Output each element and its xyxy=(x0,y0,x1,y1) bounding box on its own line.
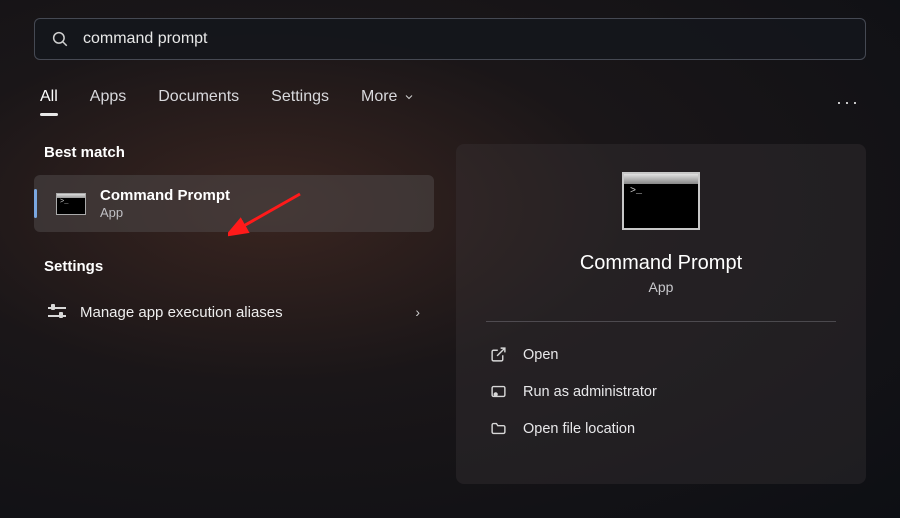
action-label: Open file location xyxy=(523,421,635,437)
shield-icon xyxy=(490,383,507,400)
action-open[interactable]: Open xyxy=(486,336,836,373)
tab-apps[interactable]: Apps xyxy=(90,88,126,116)
overflow-menu-button[interactable]: ··· xyxy=(836,92,860,113)
settings-item-label: Manage app execution aliases xyxy=(80,304,415,321)
tab-documents[interactable]: Documents xyxy=(158,88,239,116)
tab-more[interactable]: More xyxy=(361,88,415,116)
preview-app-icon xyxy=(622,172,700,230)
best-match-heading: Best match xyxy=(44,144,434,161)
divider xyxy=(486,321,836,322)
filter-tabs: All Apps Documents Settings More ··· xyxy=(40,88,860,116)
preview-title: Command Prompt xyxy=(486,252,836,275)
chevron-right-icon: › xyxy=(415,304,420,320)
result-subtitle: App xyxy=(100,205,230,220)
open-icon xyxy=(490,346,507,363)
search-input[interactable] xyxy=(83,30,849,48)
command-prompt-icon xyxy=(56,193,86,215)
result-title: Command Prompt xyxy=(100,187,230,204)
result-command-prompt[interactable]: Command Prompt App xyxy=(34,175,434,232)
preview-panel: Command Prompt App Open Run as administr… xyxy=(456,144,866,484)
action-open-file-location[interactable]: Open file location xyxy=(486,410,836,447)
results-column: Best match Command Prompt App Settings M… xyxy=(34,144,434,484)
settings-heading: Settings xyxy=(44,258,434,275)
preview-subtitle: App xyxy=(486,279,836,295)
action-label: Run as administrator xyxy=(523,384,657,400)
sliders-icon xyxy=(48,303,66,321)
action-label: Open xyxy=(523,347,558,363)
chevron-down-icon xyxy=(403,91,415,103)
search-icon xyxy=(51,30,69,48)
tab-settings[interactable]: Settings xyxy=(271,88,329,116)
tab-all[interactable]: All xyxy=(40,88,58,116)
action-run-admin[interactable]: Run as administrator xyxy=(486,373,836,410)
settings-item-aliases[interactable]: Manage app execution aliases › xyxy=(34,289,434,335)
search-bar[interactable] xyxy=(34,18,866,60)
folder-icon xyxy=(490,420,507,437)
tab-more-label: More xyxy=(361,88,397,106)
